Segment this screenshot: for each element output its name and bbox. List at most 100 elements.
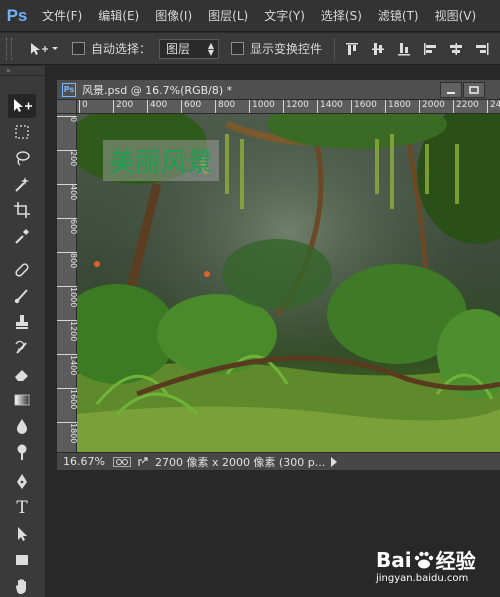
auto-select-label: 自动选择： — [91, 42, 152, 56]
auto-select-value: 图层 — [166, 42, 191, 56]
align-bottom-icon — [398, 42, 411, 55]
eyedropper-tool[interactable] — [8, 224, 36, 248]
ruler-top-label: 200 — [113, 100, 133, 113]
ruler-top-label: 1800 — [385, 100, 411, 113]
proof-icon[interactable] — [112, 456, 131, 467]
menu-edit[interactable]: 编辑(E) — [90, 0, 147, 32]
dodge-tool[interactable] — [8, 440, 36, 464]
options-grip[interactable] — [6, 37, 12, 60]
menu-select[interactable]: 选择(S) — [313, 0, 370, 32]
eyedropper-icon — [15, 229, 29, 244]
blur-tool[interactable] — [8, 414, 36, 438]
rectangle-shape-icon — [16, 555, 28, 565]
align-vcenter-button[interactable] — [369, 40, 387, 58]
magic-wand-tool[interactable] — [8, 172, 36, 196]
align-top-button[interactable] — [343, 40, 361, 58]
ruler-left-label: 600 — [57, 218, 78, 234]
ps-document-icon: Ps — [62, 82, 76, 97]
rectangle-tool[interactable] — [8, 548, 36, 572]
magic-wand-icon — [15, 177, 29, 192]
ruler-horizontal[interactable]: 0 200 400 600 800 1000 1200 1400 1600 18… — [77, 100, 500, 114]
crop-tool[interactable] — [8, 198, 36, 222]
eraser-tool[interactable] — [8, 362, 36, 386]
brush-tool[interactable] — [8, 284, 36, 308]
show-transform-label: 显示变换控件 — [250, 42, 323, 56]
clone-stamp-tool[interactable] — [8, 310, 36, 334]
document-status-bar: 16.67% 2700 像素 x 2000 像素 (300 p... — [57, 452, 500, 470]
document-window: Ps 风景.psd @ 16.7%(RGB/8) * 0 200 400 600… — [57, 80, 500, 470]
document-size-info: 2700 像素 x 2000 像素 (300 p... — [154, 455, 326, 469]
menu-view[interactable]: 视图(V) — [427, 0, 485, 32]
document-canvas[interactable]: 美丽风景 — [77, 114, 500, 452]
ruler-left-label: 0 — [57, 116, 78, 122]
minimize-button[interactable] — [440, 82, 462, 98]
hand-icon — [15, 579, 26, 595]
crop-icon — [14, 202, 30, 218]
lasso-icon — [16, 151, 30, 166]
share-icon[interactable] — [137, 456, 149, 468]
auto-select-dropdown[interactable]: 图层 ▲ ▼ — [159, 38, 220, 59]
auto-select-checkbox[interactable] — [72, 42, 85, 55]
document-title: 风景.psd @ 16.7%(RGB/8) * — [82, 83, 233, 97]
ruler-left-label: 1400 — [57, 354, 78, 375]
align-right-icon — [476, 42, 489, 55]
gradient-icon — [14, 394, 30, 406]
ruler-left-label: 1800 — [57, 422, 78, 443]
jingyan-text: 经验 — [435, 549, 476, 573]
tools-panel: » T — [0, 66, 46, 597]
ruler-origin[interactable] — [57, 100, 77, 114]
gradient-tool[interactable] — [8, 388, 36, 412]
move-tool[interactable] — [8, 94, 36, 118]
ruler-top-label: 1200 — [283, 100, 309, 113]
ruler-left-label: 1000 — [57, 286, 78, 307]
move-tool-icon — [31, 42, 58, 55]
baidu-logo: Bai 经验 — [376, 545, 476, 574]
marquee-tool[interactable] — [8, 120, 36, 144]
rectangular-marquee-icon — [15, 125, 29, 139]
brush-icon — [14, 289, 28, 304]
stamp-icon — [16, 315, 28, 329]
zoom-level[interactable]: 16.67% — [63, 455, 105, 468]
align-left-icon — [424, 42, 437, 55]
tool-preset-picker[interactable] — [26, 37, 60, 61]
path-selection-tool[interactable] — [8, 522, 36, 546]
tools-panel-collapse[interactable]: » — [0, 66, 45, 76]
dropdown-arrows-icon: ▲ ▼ — [207, 40, 215, 57]
align-hcenter-button[interactable] — [447, 40, 465, 58]
ruler-top-label: 2200 — [453, 100, 479, 113]
ruler-top-label: 2400 — [487, 100, 500, 113]
type-tool[interactable]: T — [8, 496, 36, 520]
menu-filter[interactable]: 滤镜(T) — [370, 0, 427, 32]
ruler-left-label: 400 — [57, 184, 78, 200]
restore-button[interactable] — [463, 82, 485, 98]
minimize-icon — [447, 92, 455, 94]
ruler-top-label: 400 — [147, 100, 167, 113]
menu-file[interactable]: 文件(F) — [34, 0, 90, 32]
history-brush-tool[interactable] — [8, 336, 36, 360]
watermark-url: jingyan.baidu.com — [376, 573, 469, 584]
canvas-title-text[interactable]: 美丽风景 — [103, 140, 220, 181]
baidu-brand-text: Bai — [376, 547, 412, 572]
document-tab[interactable]: Ps 风景.psd @ 16.7%(RGB/8) * — [57, 80, 500, 100]
bandage-icon — [15, 263, 29, 277]
align-right-button[interactable] — [473, 40, 491, 58]
menu-bar: Ps 文件(F) 编辑(E) 图像(I) 图层(L) 文字(Y) 选择(S) 滤… — [0, 0, 500, 32]
eraser-icon — [15, 370, 28, 381]
align-bottom-button[interactable] — [395, 40, 413, 58]
hand-tool[interactable] — [8, 574, 36, 597]
ruler-top-label: 1600 — [351, 100, 377, 113]
pen-tool[interactable] — [8, 470, 36, 494]
align-left-button[interactable] — [421, 40, 439, 58]
menu-image[interactable]: 图像(I) — [147, 0, 200, 32]
ruler-top-label: 800 — [215, 100, 235, 113]
menu-layer[interactable]: 图层(L) — [200, 0, 256, 32]
ruler-vertical[interactable]: 0 200 400 600 800 1000 1200 1400 1600 18… — [57, 114, 78, 452]
show-transform-checkbox[interactable] — [231, 42, 245, 55]
healing-brush-tool[interactable] — [8, 258, 36, 282]
paw-icon — [414, 551, 433, 568]
status-menu-arrow-icon[interactable] — [331, 456, 338, 467]
ruler-left-label: 1600 — [57, 388, 78, 409]
menu-type[interactable]: 文字(Y) — [256, 0, 313, 32]
ruler-left-label: 800 — [57, 252, 78, 268]
lasso-tool[interactable] — [8, 146, 36, 170]
